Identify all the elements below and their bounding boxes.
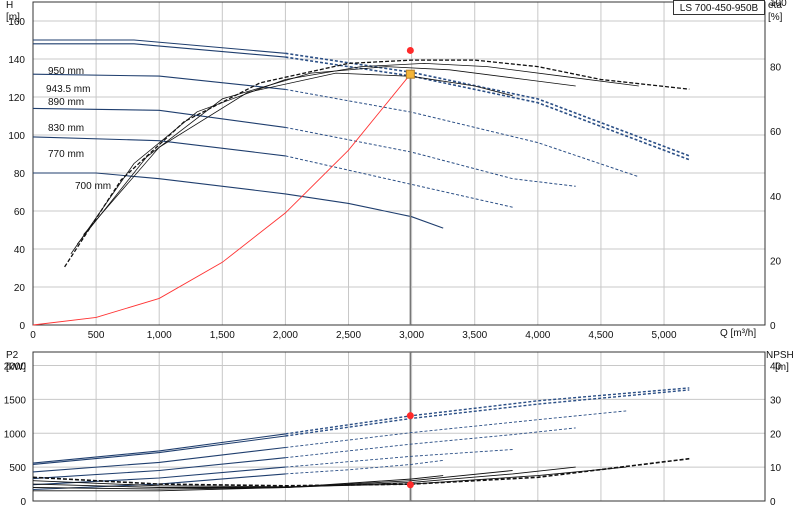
head-curve-dash-3 [285, 126, 576, 187]
diameter-label-890: 890 mm [48, 97, 84, 108]
eta-tick-5: 100 [770, 0, 787, 9]
q-tick-0: 0 [30, 330, 36, 341]
diameter-label-830: 830 mm [48, 123, 84, 134]
diameter-label-700: 700 mm [75, 181, 111, 192]
eta-tick-1: 20 [770, 256, 782, 267]
duty-power-marker [406, 412, 414, 420]
q-tick-7: 3,500 [462, 330, 487, 341]
p2-tick-0: 0 [20, 497, 26, 508]
diameter-label-943: 943.5 mm [46, 84, 90, 95]
head-tick-0: 0 [19, 321, 25, 332]
power-curve-dash-1 [285, 389, 690, 437]
p2-tick-3: 1500 [4, 395, 27, 406]
q-tick-6: 3,000 [399, 330, 424, 341]
q-tick-5: 2,500 [336, 330, 361, 341]
head-axis-title: H [6, 0, 13, 11]
head-tick-3: 60 [14, 207, 26, 218]
head-tick-6: 120 [8, 93, 25, 104]
product-legend: LS 700-450-950B [673, 0, 765, 15]
top-tick-labels: 0 20 40 60 80 100 120 140 160 0 20 40 60 80 100 0 500 1,0… [8, 0, 787, 341]
npsh-tick-3: 30 [770, 395, 782, 406]
power-curve-dash-3 [285, 427, 576, 459]
eta-tick-0: 0 [770, 321, 776, 332]
eta-tick-4: 80 [770, 63, 782, 74]
q-tick-2: 1,000 [147, 330, 172, 341]
head-curve-dash-1 [285, 56, 690, 161]
duty-npsh-marker [406, 481, 414, 489]
bottom-curves [32, 387, 690, 492]
q-axis-title: Q [m³/h] [720, 328, 756, 339]
p2-tick-2: 1000 [4, 429, 27, 440]
head-tick-8: 160 [8, 17, 25, 28]
top-gridlines [32, 1, 766, 326]
q-tick-8: 4,000 [525, 330, 550, 341]
diameter-label-770: 770 mm [48, 149, 84, 160]
npsh-tick-1: 10 [770, 463, 782, 474]
top-plot-frame [32, 1, 766, 326]
head-tick-7: 140 [8, 55, 25, 66]
head-tick-5: 100 [8, 131, 25, 142]
q-tick-1: 500 [88, 330, 105, 341]
power-curve-dash-4 [285, 449, 513, 468]
p2-axis-title: P2 [6, 350, 19, 361]
head-tick-4: 80 [14, 169, 26, 180]
head-curve-dash-0 [285, 52, 690, 157]
npsh-tick-2: 20 [770, 429, 782, 440]
duty-point-marker [405, 69, 415, 79]
efficiency-curve-0 [64, 59, 690, 268]
p2-tick-1: 500 [9, 463, 26, 474]
p2-tick-4: 2000 [4, 362, 27, 373]
duty-efficiency-marker [406, 46, 414, 54]
head-tick-2: 40 [14, 245, 26, 256]
npsh-tick-0: 0 [770, 497, 776, 508]
head-curve-dash-2 [285, 88, 639, 178]
head-tick-1: 20 [14, 283, 26, 294]
q-tick-3: 1,500 [210, 330, 235, 341]
npsh-tick-4: 40 [770, 362, 782, 373]
q-tick-4: 2,000 [273, 330, 298, 341]
npsh-axis-title: NPSH [766, 350, 794, 361]
eta-axis-unit: [%] [768, 12, 783, 23]
pump-performance-chart: H [m] eta [%] Q [m³/h] P2 [kW] NPSH [m] … [4, 0, 794, 508]
q-tick-9: 4,500 [588, 330, 613, 341]
efficiency-curve-1 [70, 62, 639, 255]
top-curves [32, 39, 690, 501]
q-tick-10: 5,000 [652, 330, 677, 341]
eta-tick-2: 40 [770, 192, 782, 203]
eta-tick-3: 60 [770, 127, 782, 138]
